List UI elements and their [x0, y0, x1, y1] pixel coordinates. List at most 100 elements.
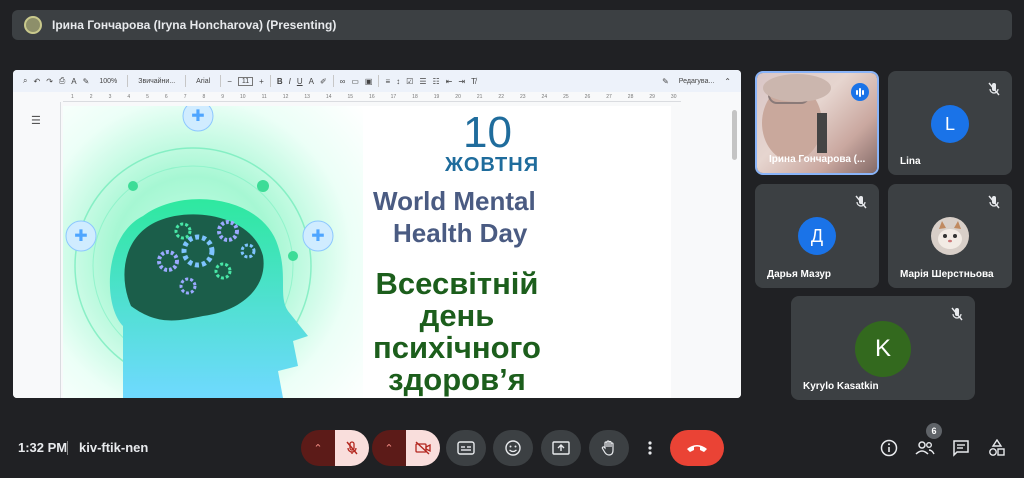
clear-format-icon[interactable]: T̸ [471, 77, 476, 86]
image-icon[interactable]: ▣ [365, 77, 373, 86]
camera-off-icon [415, 441, 431, 455]
italic-icon[interactable]: I [289, 77, 291, 86]
chat-icon [953, 440, 969, 457]
poster-illustration: ✚ ✚ ✚ [63, 106, 363, 398]
chevron-up-icon[interactable]: ⌃ [724, 77, 731, 86]
activities-button[interactable] [985, 436, 1009, 460]
hand-icon [601, 440, 614, 456]
font-select[interactable]: Arial [192, 77, 214, 86]
toolbar-divider [332, 75, 334, 87]
camera-toggle-button[interactable] [406, 430, 440, 466]
participant-tile-darya[interactable]: Д Дарья Мазур [755, 184, 879, 288]
mic-off-icon [988, 195, 1000, 209]
video-options-button[interactable]: ⌃ [372, 430, 406, 466]
doc-left-rail: ☰ [13, 102, 63, 398]
shared-screen[interactable]: ⌕ ↶ ↷ ⎙ A ✎ 100% Звичайни... Arial − 11 … [13, 70, 741, 398]
head-gears-icon: ✚ ✚ ✚ [65, 106, 334, 398]
link-icon[interactable]: ∞ [340, 77, 346, 86]
present-button[interactable] [541, 430, 581, 466]
poster-title-en-2: Health Day [393, 218, 528, 248]
outline-icon[interactable]: ☰ [31, 114, 41, 127]
svg-text:✚: ✚ [191, 106, 204, 125]
svg-text:✚: ✚ [311, 226, 324, 245]
presenting-title: Ірина Гончарова (Iryna Honcharova) (Pres… [52, 18, 337, 32]
participant-tile-lina[interactable]: L Lina [888, 71, 1012, 175]
print-icon[interactable]: ⎙ [59, 76, 65, 86]
captions-button[interactable] [446, 430, 486, 466]
poster-title-en-1: World Mental [373, 186, 536, 216]
scrollbar[interactable] [732, 110, 737, 160]
decrease-size-icon[interactable]: − [227, 77, 232, 86]
info-icon [880, 439, 898, 457]
raise-hand-button[interactable] [589, 430, 629, 466]
horizontal-ruler: 1 2 3 4 5 6 7 8 9 10 11 12 13 14 15 16 17 18 19 20 21 22 23 24 2… [63, 92, 681, 102]
font-size-field[interactable]: 11 [237, 76, 254, 86]
numbered-list-icon[interactable]: ☷ [433, 77, 440, 86]
mic-off-icon [951, 307, 963, 321]
participant-name: Марія Шерстньова [900, 269, 994, 280]
cat-avatar-icon [931, 217, 969, 255]
emoji-icon [505, 440, 521, 456]
underline-icon[interactable]: U [297, 77, 303, 86]
zoom-select[interactable]: 100% [95, 77, 121, 86]
hangup-icon [687, 445, 707, 452]
indent-increase-icon[interactable]: ⇥ [458, 77, 465, 86]
comment-icon[interactable]: ▭ [351, 77, 359, 86]
people-button[interactable] [913, 436, 937, 460]
participant-tile-kyrylo[interactable]: K Kyrylo Kasatkin [791, 296, 975, 400]
presenter-avatar [24, 16, 42, 34]
avatar: K [855, 321, 911, 377]
toolbar-divider [220, 75, 222, 87]
participant-name: Lina [900, 156, 921, 167]
participant-name: Kyrylo Kasatkin [803, 381, 879, 392]
reactions-button[interactable] [493, 430, 533, 466]
toolbar-divider [378, 75, 380, 87]
present-icon [552, 441, 570, 455]
bold-icon[interactable]: B [277, 77, 283, 86]
participant-name: Ірина Гончарова (... [769, 154, 866, 165]
chat-button[interactable] [949, 436, 973, 460]
poster-month: ЖОВТНЯ [445, 154, 540, 176]
leave-call-button[interactable] [670, 430, 724, 466]
style-select[interactable]: Звичайни... [134, 77, 179, 86]
undo-icon[interactable]: ↶ [33, 77, 40, 86]
checklist-icon[interactable]: ☑ [406, 77, 413, 86]
line-spacing-icon[interactable]: ↕ [396, 77, 400, 86]
people-count-badge: 6 [926, 423, 942, 439]
mic-off-icon [855, 195, 867, 209]
vertical-ruler [53, 102, 61, 398]
toolbar-divider [185, 75, 187, 87]
participant-tile-mariia[interactable]: Марія Шерстньова [888, 184, 1012, 288]
camera-control: ⌃ [372, 430, 440, 466]
more-options-button[interactable] [637, 430, 663, 466]
text-color-icon[interactable]: A [309, 77, 314, 86]
increase-size-icon[interactable]: + [259, 77, 264, 86]
mic-off-icon [988, 82, 1000, 96]
activities-icon [989, 439, 1005, 456]
audio-options-button[interactable]: ⌃ [301, 430, 335, 466]
presenting-bar[interactable]: Ірина Гончарова (Iryna Honcharova) (Pres… [12, 10, 1012, 40]
doc-toolbar: ⌕ ↶ ↷ ⎙ A ✎ 100% Звичайни... Arial − 11 … [13, 70, 741, 92]
search-icon[interactable]: ⌕ [23, 76, 27, 86]
bullet-list-icon[interactable]: ☰ [419, 77, 426, 86]
poster-day: 10 [463, 108, 512, 157]
participant-name: Дарья Мазур [767, 269, 831, 280]
avatar: Д [798, 217, 836, 255]
meeting-code: kiv-ftik-nen [79, 440, 149, 455]
mic-toggle-button[interactable] [335, 430, 369, 466]
align-icon[interactable]: ≡ [385, 77, 390, 86]
pencil-icon: ✎ [662, 76, 669, 86]
document-page[interactable]: ✚ ✚ ✚ 10 ЖОВТНЯ World Mental Health Day … [63, 106, 671, 398]
indent-decrease-icon[interactable]: ⇤ [446, 77, 453, 86]
toolbar-divider [127, 75, 129, 87]
svg-text:✚: ✚ [74, 226, 87, 245]
redo-icon[interactable]: ↷ [46, 77, 53, 86]
meeting-info-button[interactable] [877, 436, 901, 460]
paint-format-icon[interactable]: ✎ [83, 77, 90, 86]
participant-tile-presenter[interactable]: Ірина Гончарова (... [755, 71, 879, 175]
avatar: L [931, 105, 969, 143]
spellcheck-icon[interactable]: A [71, 77, 76, 86]
highlight-icon[interactable]: ✐ [320, 77, 327, 86]
toolbar-divider [269, 75, 271, 87]
editing-mode-select[interactable]: Редагува... [675, 77, 719, 86]
